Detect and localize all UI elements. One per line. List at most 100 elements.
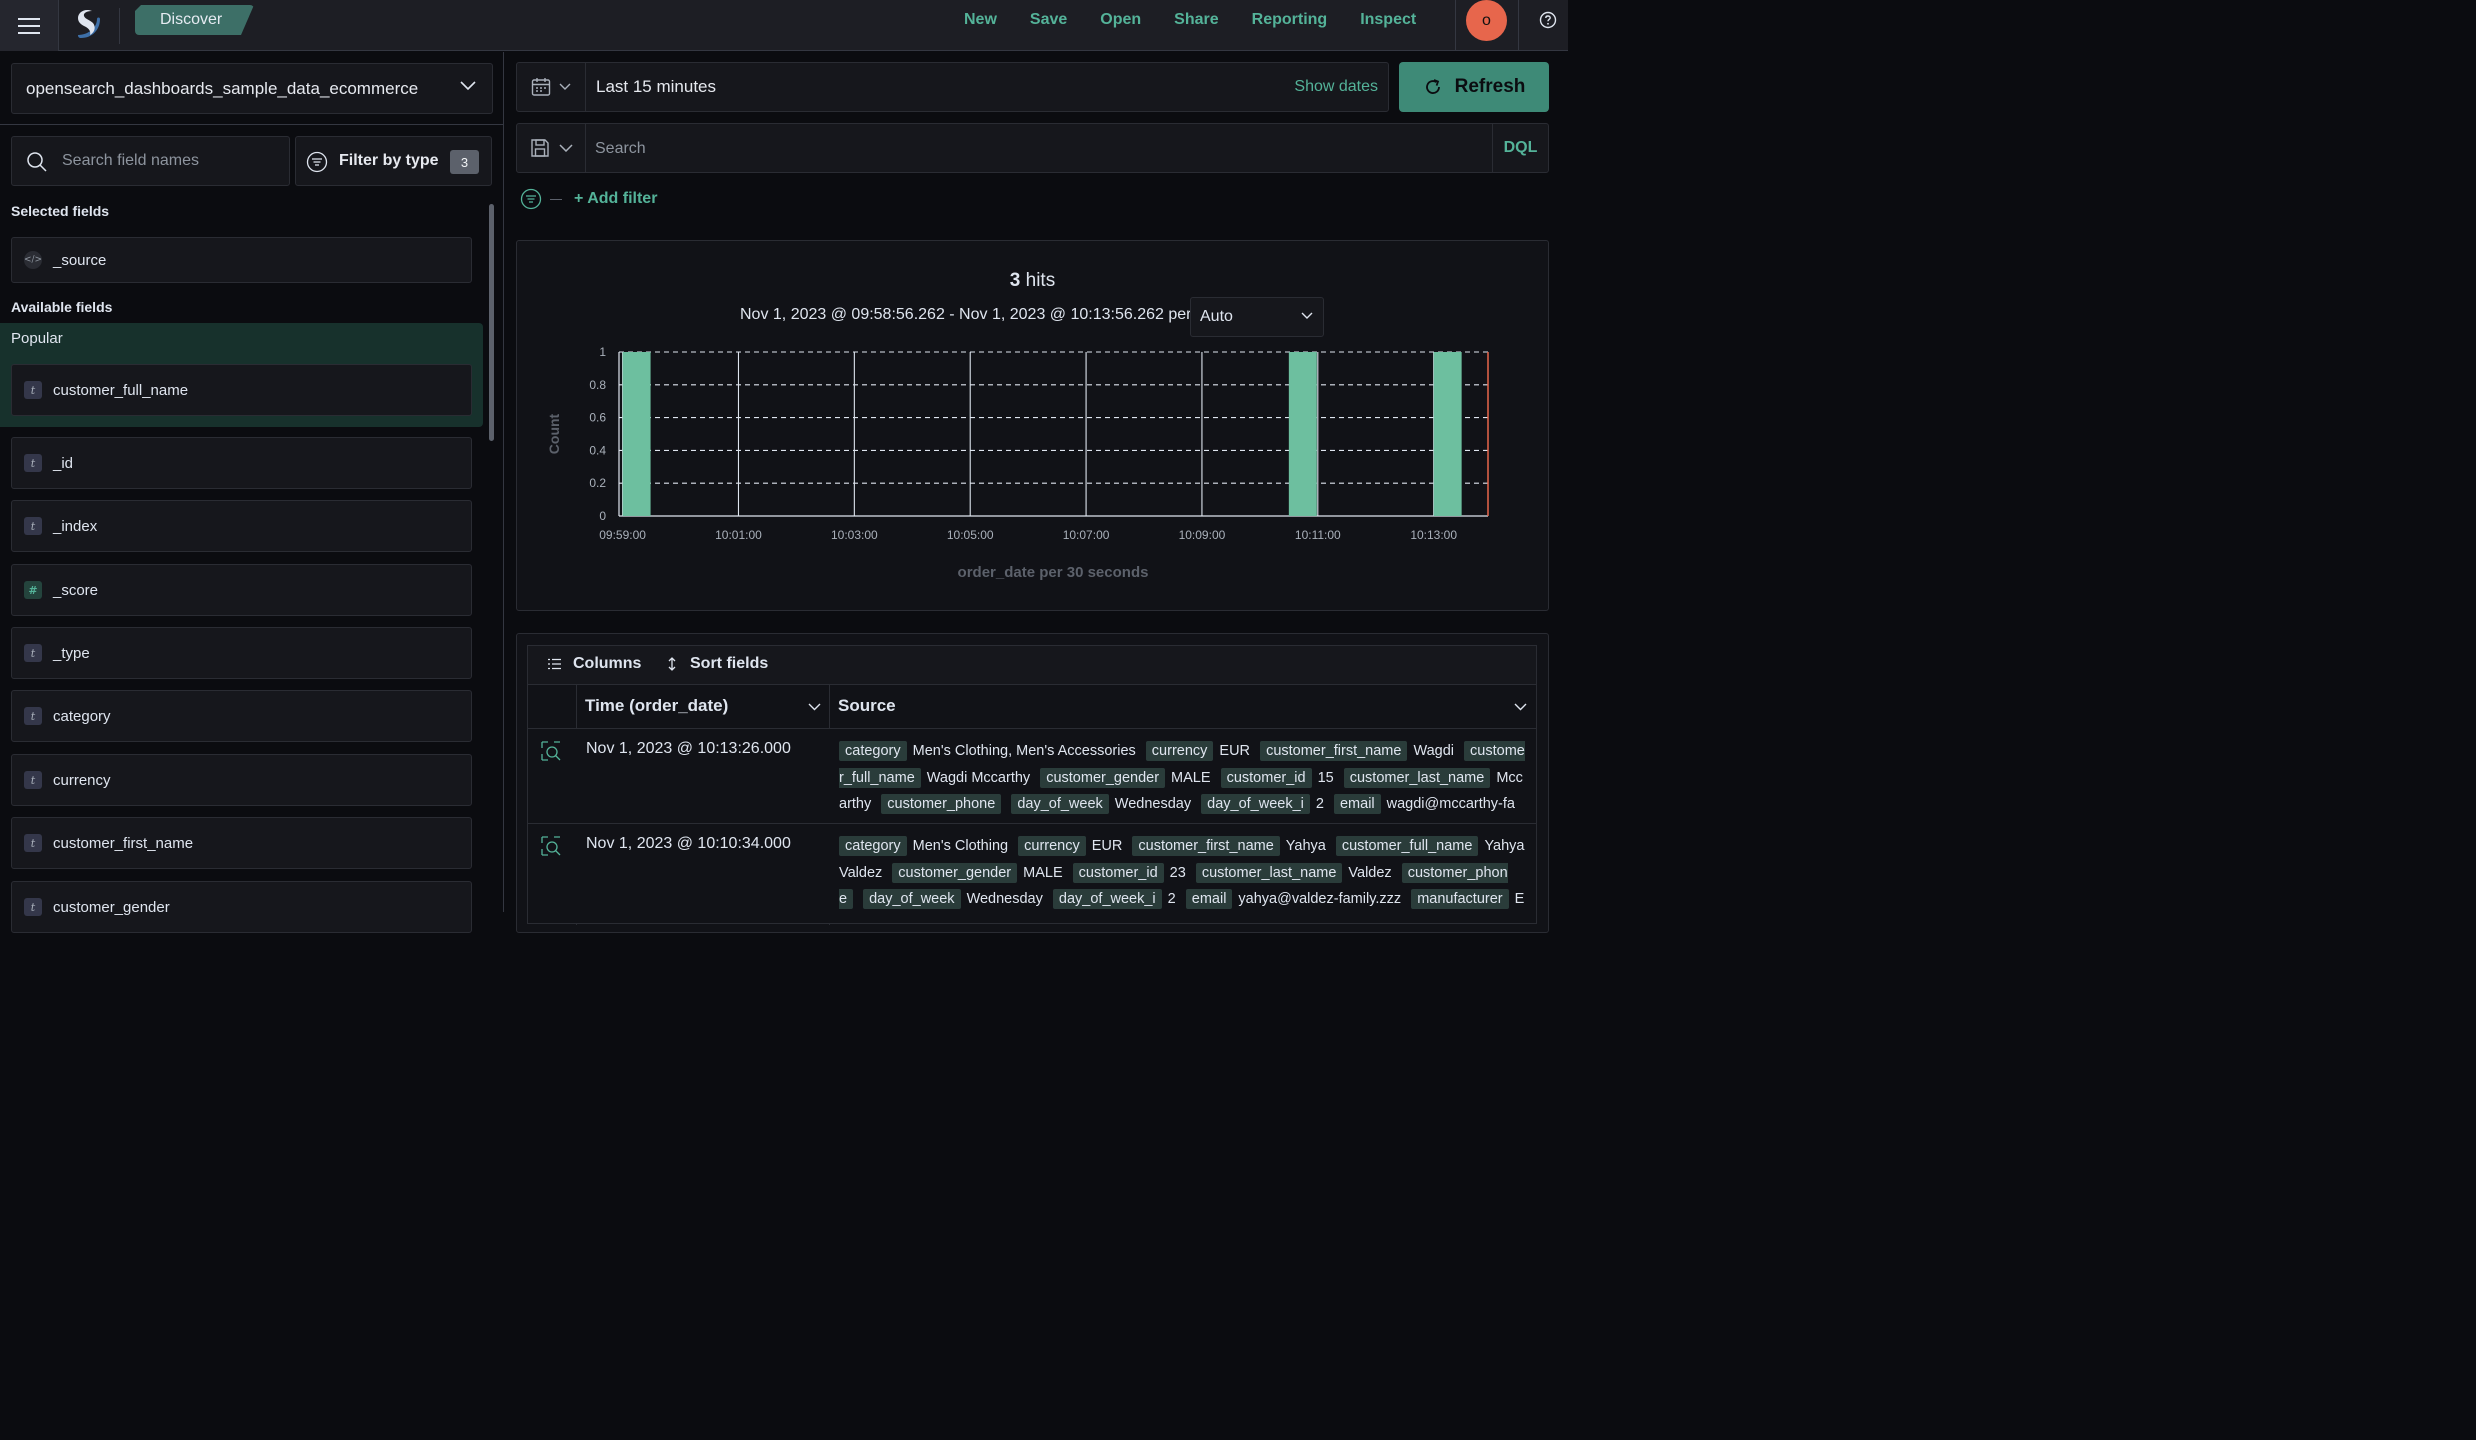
source-field-key: customer_id xyxy=(1072,862,1164,883)
date-picker: Last 15 minutes Show dates xyxy=(516,62,1389,112)
source-column-header[interactable]: Source xyxy=(838,696,896,716)
index-pattern-name: opensearch_dashboards_sample_data_ecomme… xyxy=(26,78,419,98)
field-item-type[interactable]: t _type xyxy=(11,627,472,679)
opensearch-logo-icon[interactable] xyxy=(70,5,108,43)
field-item-customer-full-name[interactable]: t customer_full_name xyxy=(11,364,472,416)
y-tick-label: 0 xyxy=(599,509,606,523)
source-field-value: Men's Clothing xyxy=(912,838,1009,854)
selected-fields-title: Selected fields xyxy=(11,203,110,219)
source-field-value: Wednesday xyxy=(966,891,1043,907)
hits-counter: 3 hits xyxy=(516,270,1549,292)
source-field-value: Valdez xyxy=(1348,864,1392,881)
chevron-down-icon xyxy=(558,144,573,152)
filter-bar: + Add filter xyxy=(520,188,657,210)
x-tick-label: 10:01:00 xyxy=(715,528,762,542)
field-item-source[interactable]: </> _source xyxy=(11,237,472,283)
field-item-index[interactable]: t _index xyxy=(11,500,472,552)
refresh-icon xyxy=(1425,79,1440,94)
source-field-value: Wagdi xyxy=(1413,743,1455,759)
popular-title: Popular xyxy=(11,330,63,347)
row-source: category Men's Clothing, Men's Accessorie… xyxy=(839,738,1527,818)
add-filter-button[interactable]: + Add filter xyxy=(574,190,657,208)
query-search-input[interactable]: Search xyxy=(595,140,646,158)
index-pattern-selector[interactable]: opensearch_dashboards_sample_data_ecomme… xyxy=(11,63,493,114)
breadcrumb-discover[interactable]: Discover xyxy=(135,5,254,35)
field-name: _score xyxy=(53,581,99,599)
columns-button[interactable]: Columns xyxy=(548,655,641,673)
field-item-id[interactable]: t _id xyxy=(11,437,472,489)
y-tick-label: 0.6 xyxy=(589,411,606,425)
field-item-customer-gender[interactable]: t customer_gender xyxy=(11,881,472,933)
histogram-bar xyxy=(1433,352,1462,516)
nav-reporting[interactable]: Reporting xyxy=(1252,11,1328,29)
field-name: category xyxy=(53,707,111,725)
show-dates-link[interactable]: Show dates xyxy=(1294,78,1378,96)
nav-save[interactable]: Save xyxy=(1030,11,1067,29)
x-tick-label: 10:07:00 xyxy=(1063,528,1110,542)
x-tick-label: 09:59:00 xyxy=(599,528,646,542)
source-field-value: 23 xyxy=(1169,864,1186,881)
header-divider-2 xyxy=(1455,0,1456,51)
field-name: _source xyxy=(53,251,107,269)
nav-new[interactable]: New xyxy=(964,11,997,29)
quick-select-button[interactable] xyxy=(517,63,586,111)
time-column-header[interactable]: Time (order_date) xyxy=(585,696,728,716)
x-tick-label: 10:09:00 xyxy=(1179,528,1226,542)
field-item-currency[interactable]: t currency xyxy=(11,754,472,806)
source-field-value: Wednesday xyxy=(1114,796,1192,812)
x-tick-label: 10:11:00 xyxy=(1295,528,1341,542)
field-search-input[interactable]: Search field names xyxy=(11,136,290,186)
expand-document-icon[interactable] xyxy=(540,835,562,857)
sort-fields-button[interactable]: Sort fields xyxy=(666,655,768,673)
row-source: category Men's Clothing currency EUR custo… xyxy=(839,833,1527,913)
chevron-down-icon xyxy=(460,81,476,91)
time-range-text[interactable]: Last 15 minutes xyxy=(596,77,716,97)
filter-by-type-label: Filter by type xyxy=(339,152,439,169)
columns-label: Columns xyxy=(573,655,642,672)
nav-share[interactable]: Share xyxy=(1174,11,1218,29)
nav-open[interactable]: Open xyxy=(1100,11,1141,29)
field-sidebar: opensearch_dashboards_sample_data_ecomme… xyxy=(0,52,504,933)
menu-button[interactable] xyxy=(0,0,59,51)
y-tick-label: 0.2 xyxy=(589,476,606,490)
source-field-key: customer_first_name xyxy=(1132,836,1280,856)
table-row: Nov 1, 2023 @ 10:10:34.000 category Men's… xyxy=(527,824,1537,924)
field-name: currency xyxy=(53,771,111,789)
user-avatar[interactable]: o xyxy=(1466,0,1507,41)
string-field-icon: t xyxy=(24,454,42,472)
histogram-bar xyxy=(622,352,651,516)
query-language-toggle[interactable]: DQL xyxy=(1492,124,1548,172)
source-field-value: MALE xyxy=(1023,864,1063,881)
field-item-score[interactable]: # _score xyxy=(11,564,472,616)
chevron-down-icon[interactable] xyxy=(1514,703,1527,711)
field-item-category[interactable]: t category xyxy=(11,690,472,742)
save-icon xyxy=(530,139,549,157)
field-name: customer_first_name xyxy=(53,834,194,852)
nav-inspect[interactable]: Inspect xyxy=(1360,11,1416,29)
source-field-value: Yahya xyxy=(1285,838,1326,854)
field-name: _type xyxy=(53,644,90,662)
saved-queries-button[interactable] xyxy=(517,124,586,172)
string-field-icon: t xyxy=(24,381,42,399)
filter-icon[interactable] xyxy=(520,188,542,210)
x-axis-label: order_date per 30 seconds xyxy=(958,564,1149,581)
help-icon[interactable] xyxy=(1539,11,1557,29)
calendar-icon xyxy=(531,78,551,96)
sort-fields-label: Sort fields xyxy=(690,655,769,672)
source-field-key: customer_last_name xyxy=(1195,862,1343,883)
x-tick-label: 10:05:00 xyxy=(947,528,994,542)
x-tick-label: 10:13:00 xyxy=(1410,528,1457,542)
source-field-key: day_of_week xyxy=(1011,794,1109,814)
filter-divider xyxy=(550,198,562,200)
list-icon xyxy=(548,658,561,670)
chevron-down-icon[interactable] xyxy=(808,703,821,711)
y-tick-label: 0.8 xyxy=(589,378,606,392)
histogram-chart[interactable]: 0 0.2 0.4 0.6 0.8 1 09:59:00 10:01:00 10:03:00 10… xyxy=(516,330,1549,600)
refresh-button[interactable]: Refresh xyxy=(1399,62,1549,112)
hits-count: 3 xyxy=(1009,270,1021,291)
filter-by-type-button[interactable]: Filter by type 3 xyxy=(295,136,492,186)
expand-document-icon[interactable] xyxy=(540,740,562,762)
field-item-customer-first-name[interactable]: t customer_first_name xyxy=(11,817,472,869)
query-bar: Search DQL xyxy=(516,123,1549,173)
sidebar-scrollbar[interactable] xyxy=(489,204,494,441)
